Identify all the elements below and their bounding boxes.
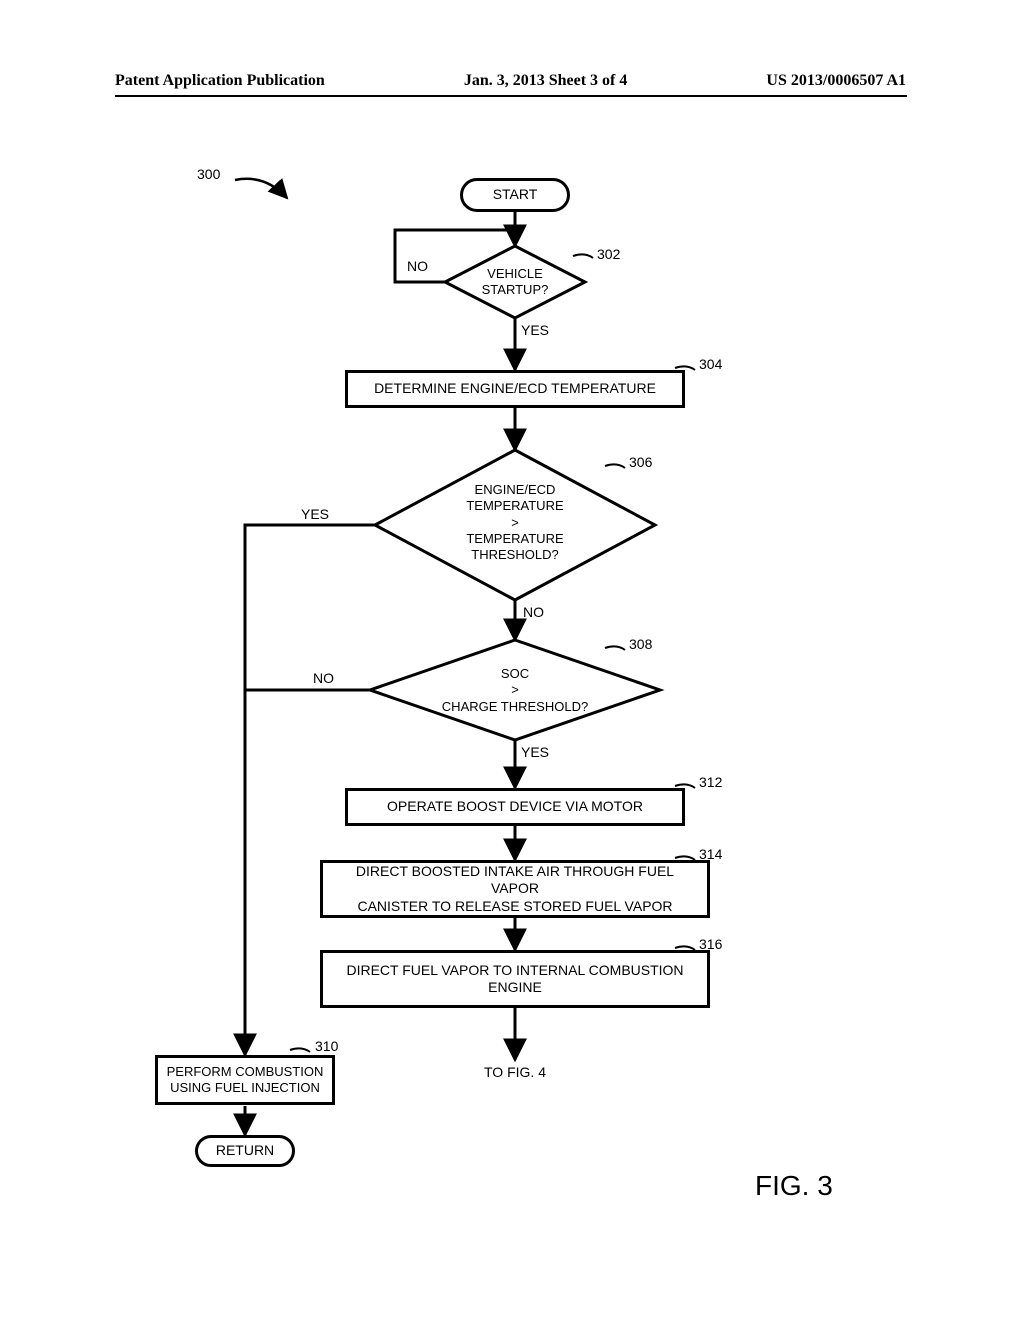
- flowchart-canvas: 300 START VEHICLE STARTUP? NO YES 302 DE…: [115, 150, 907, 1250]
- figure-label: FIG. 3: [755, 1170, 833, 1202]
- process-boost-motor: OPERATE BOOST DEVICE VIA MOTOR: [345, 788, 685, 826]
- label-yes-306: YES: [301, 506, 329, 522]
- label-no-302: NO: [407, 258, 428, 274]
- decision-soc-threshold: SOC > CHARGE THRESHOLD?: [435, 662, 595, 719]
- ref-302: 302: [597, 246, 620, 262]
- return-node: RETURN: [195, 1135, 295, 1167]
- header-left: Patent Application Publication: [115, 72, 325, 90]
- ref-304: 304: [699, 356, 722, 372]
- header-mid: Jan. 3, 2013 Sheet 3 of 4: [464, 72, 628, 90]
- ref-314: 314: [699, 846, 722, 862]
- ref-308: 308: [629, 636, 652, 652]
- label-no-308: NO: [313, 670, 334, 686]
- start-node: START: [460, 178, 570, 212]
- label-yes-308: YES: [521, 744, 549, 760]
- ref-316: 316: [699, 936, 722, 952]
- label-yes-302: YES: [521, 322, 549, 338]
- process-canister: DIRECT BOOSTED INTAKE AIR THROUGH FUEL V…: [320, 860, 710, 918]
- process-determine-temp: DETERMINE ENGINE/ECD TEMPERATURE: [345, 370, 685, 408]
- header-right: US 2013/0006507 A1: [766, 72, 906, 90]
- ref-300: 300: [197, 166, 220, 182]
- decision-temp-threshold: ENGINE/ECD TEMPERATURE > TEMPERATURE THR…: [445, 478, 585, 567]
- ref-312: 312: [699, 774, 722, 790]
- connector-to-fig4: TO FIG. 4: [475, 1064, 555, 1080]
- header-rule: [115, 95, 907, 97]
- label-no-306: NO: [523, 604, 544, 620]
- process-direct-vapor: DIRECT FUEL VAPOR TO INTERNAL COMBUSTION…: [320, 950, 710, 1008]
- ref-306: 306: [629, 454, 652, 470]
- page-header: Patent Application Publication Jan. 3, 2…: [0, 72, 1024, 90]
- decision-vehicle-startup: VEHICLE STARTUP?: [455, 262, 575, 303]
- process-fuel-injection: PERFORM COMBUSTION USING FUEL INJECTION: [155, 1055, 335, 1105]
- ref-310: 310: [315, 1038, 338, 1054]
